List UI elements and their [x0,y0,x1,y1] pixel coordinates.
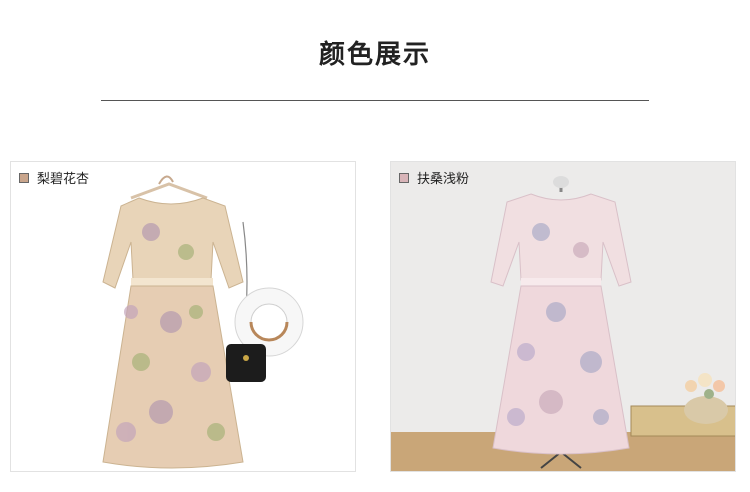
color-swatch-1 [19,172,29,183]
dress-waist-2 [521,278,601,286]
color-label-2: 扶桑浅粉 [399,168,469,187]
section-title: 颜色展示 [318,40,431,70]
color-swatch-2 [399,172,409,183]
flower-basket-icon [684,396,728,424]
mannequin-head-icon [553,176,569,188]
color-label-1: 梨碧花杏 [19,168,89,187]
product-photo-flat-lay [102,175,304,469]
hanger-hook-icon [158,175,174,185]
color-name-2: 扶桑浅粉 [417,172,470,187]
color-option-card-2[interactable]: 扶桑浅粉 [390,161,736,472]
color-option-card-1[interactable]: 梨碧花杏 [10,161,356,472]
bag-buckle [243,355,249,361]
dress-waist [131,278,213,286]
title-divider [101,100,649,101]
black-bag-icon [226,344,266,382]
dress-bodice [102,197,244,289]
color-name-1: 梨碧花杏 [37,172,90,187]
hanger-icon [130,182,208,200]
product-photo-mannequin [391,162,735,471]
